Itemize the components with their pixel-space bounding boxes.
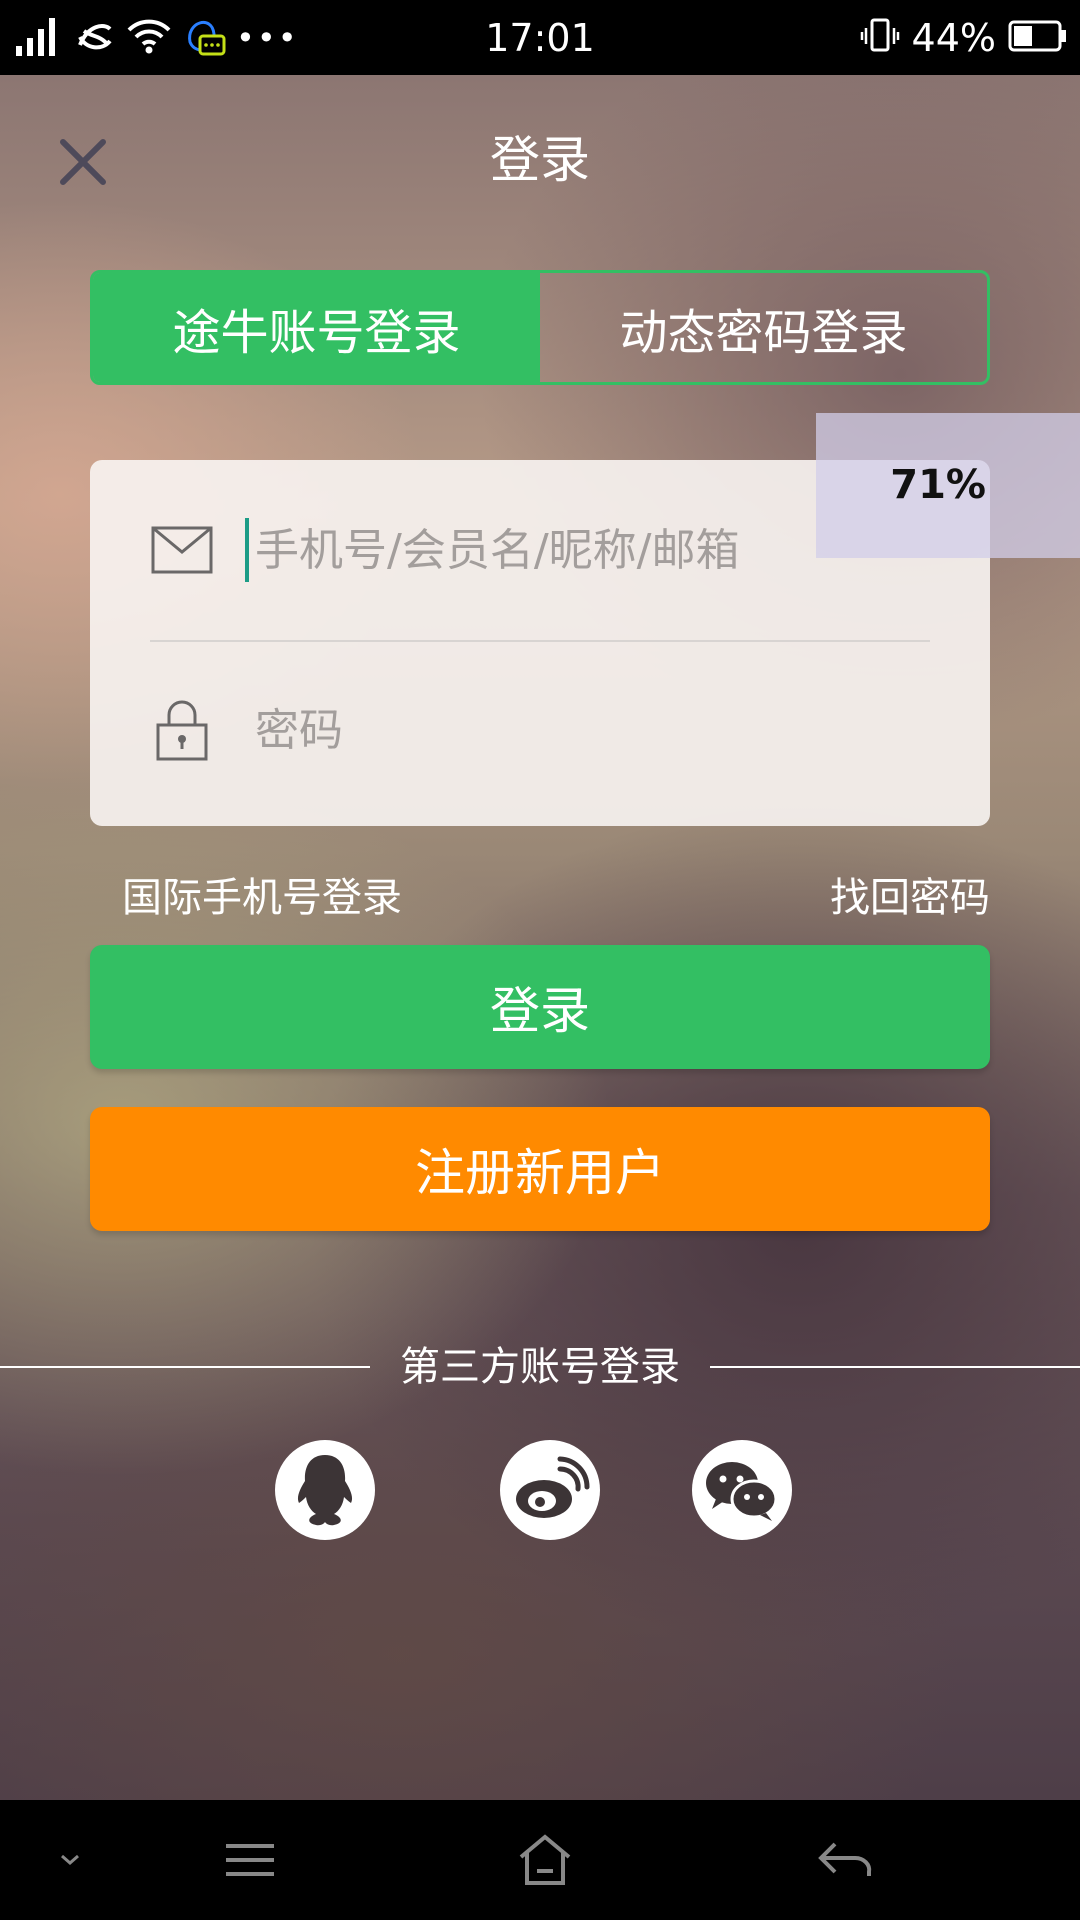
- battery-icon: [1008, 19, 1068, 57]
- system-nav-bar: [0, 1800, 1080, 1920]
- tab-tuniu-account[interactable]: 途牛账号登录: [93, 273, 540, 382]
- login-screen: 登录 途牛账号登录 动态密码登录 手机号/会员名/昵称/邮箱 71% 国际手机号…: [0, 75, 1080, 1800]
- field-divider: [150, 640, 930, 642]
- password-input[interactable]: [245, 690, 955, 770]
- login-button[interactable]: 登录: [90, 945, 990, 1069]
- register-button[interactable]: 注册新用户: [90, 1107, 990, 1231]
- mail-icon: [150, 518, 214, 582]
- intl-phone-login-link[interactable]: 国际手机号登录: [122, 865, 402, 923]
- vibrate-icon: [860, 16, 900, 60]
- percent-overlay-text: 71%: [890, 462, 986, 508]
- password-row: [90, 655, 990, 805]
- tab-dynamic-password[interactable]: 动态密码登录: [540, 273, 987, 382]
- wechat-login-button[interactable]: [692, 1440, 792, 1540]
- weibo-icon: [516, 1456, 590, 1518]
- menu-icon: [226, 1844, 274, 1876]
- percent-overlay: 71%: [816, 413, 1080, 558]
- back-icon: [818, 1842, 872, 1876]
- forgot-password-link[interactable]: 找回密码: [830, 865, 990, 923]
- collapse-button[interactable]: [40, 1800, 100, 1920]
- home-button[interactable]: [500, 1800, 590, 1920]
- status-right: 44%: [860, 14, 1068, 62]
- status-bar: ••• 17:01 44%: [0, 0, 1080, 75]
- wechat-icon: [706, 1462, 778, 1521]
- lock-icon: [150, 698, 214, 762]
- collapse-icon: [61, 1854, 79, 1865]
- weibo-login-button[interactable]: [500, 1440, 600, 1540]
- divider-right: [710, 1366, 1080, 1368]
- qq-icon: [297, 1455, 353, 1526]
- battery-percent: 44%: [911, 16, 996, 60]
- login-mode-tabs: 途牛账号登录 动态密码登录: [90, 270, 990, 385]
- page-title: 登录: [490, 131, 590, 189]
- third-party-header: 第三方账号登录: [0, 1337, 1080, 1397]
- menu-button[interactable]: [210, 1800, 290, 1920]
- home-icon: [519, 1834, 571, 1885]
- qq-login-button[interactable]: [275, 1440, 375, 1540]
- back-button[interactable]: [800, 1800, 890, 1920]
